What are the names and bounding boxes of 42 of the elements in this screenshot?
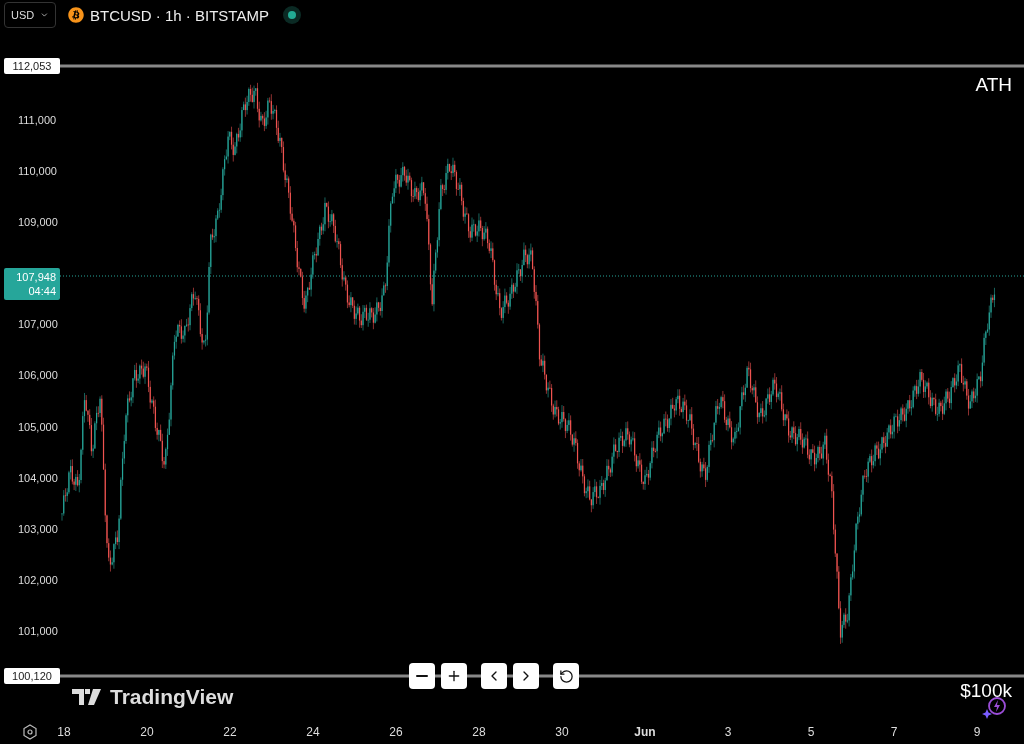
time-axis-label: 20	[140, 725, 154, 739]
price-axis-label: 111,000	[18, 113, 57, 126]
price-axis-label: 101,000	[18, 625, 58, 637]
price-line-note: $100k	[960, 680, 1012, 702]
price-line-note: ATH	[975, 74, 1012, 96]
time-axis-label: 24	[306, 725, 320, 739]
price-axis-label: 102,000	[18, 573, 58, 586]
time-axis-label: Jun	[634, 725, 656, 739]
caret-icon	[40, 10, 49, 20]
price-axis-label: 105,000	[18, 420, 58, 433]
scroll-right-button[interactable]	[513, 663, 539, 689]
reset-icon	[558, 668, 574, 684]
price-axis-label: 107,000	[18, 318, 58, 331]
price-axis-label: 104,000	[18, 471, 58, 484]
time-axis-label: 5	[807, 725, 815, 739]
currency-select[interactable]: USD	[4, 2, 56, 28]
price-axis-label: 109,000	[18, 216, 58, 229]
scroll-left-button[interactable]	[481, 663, 507, 689]
price-line-label: 100,120	[4, 668, 60, 684]
time-axis-label: 22	[223, 725, 237, 739]
current-price-label: 107,948 04:44	[4, 268, 60, 300]
zoom-in-button[interactable]	[441, 663, 467, 689]
time-axis-label: 9	[973, 725, 981, 739]
plus-icon	[446, 668, 462, 684]
price-axis-label: 103,000	[18, 522, 58, 535]
time-axis-label: 28	[472, 725, 486, 739]
zoom-out-button[interactable]	[409, 663, 435, 689]
price-axis-label: 110,000	[18, 164, 57, 177]
settings-icon[interactable]	[22, 724, 38, 740]
logo-text: TradingView	[110, 685, 234, 709]
time-axis-label: 30	[555, 725, 569, 739]
minus-icon	[416, 675, 428, 677]
price-line-label: 112,053	[4, 58, 60, 74]
logo-icon	[72, 689, 102, 705]
price-axis-label: 106,000	[18, 369, 58, 382]
time-axis-label: 3	[724, 725, 732, 739]
time-axis-label: 7	[890, 725, 898, 739]
reset-button[interactable]	[553, 663, 579, 689]
bitcoin-icon	[68, 7, 84, 23]
symbol-title: BTCUSD · 1h · BITSTAMP	[90, 6, 269, 24]
time-axis-label: 26	[389, 725, 403, 739]
time-axis-label: 18	[57, 725, 71, 739]
